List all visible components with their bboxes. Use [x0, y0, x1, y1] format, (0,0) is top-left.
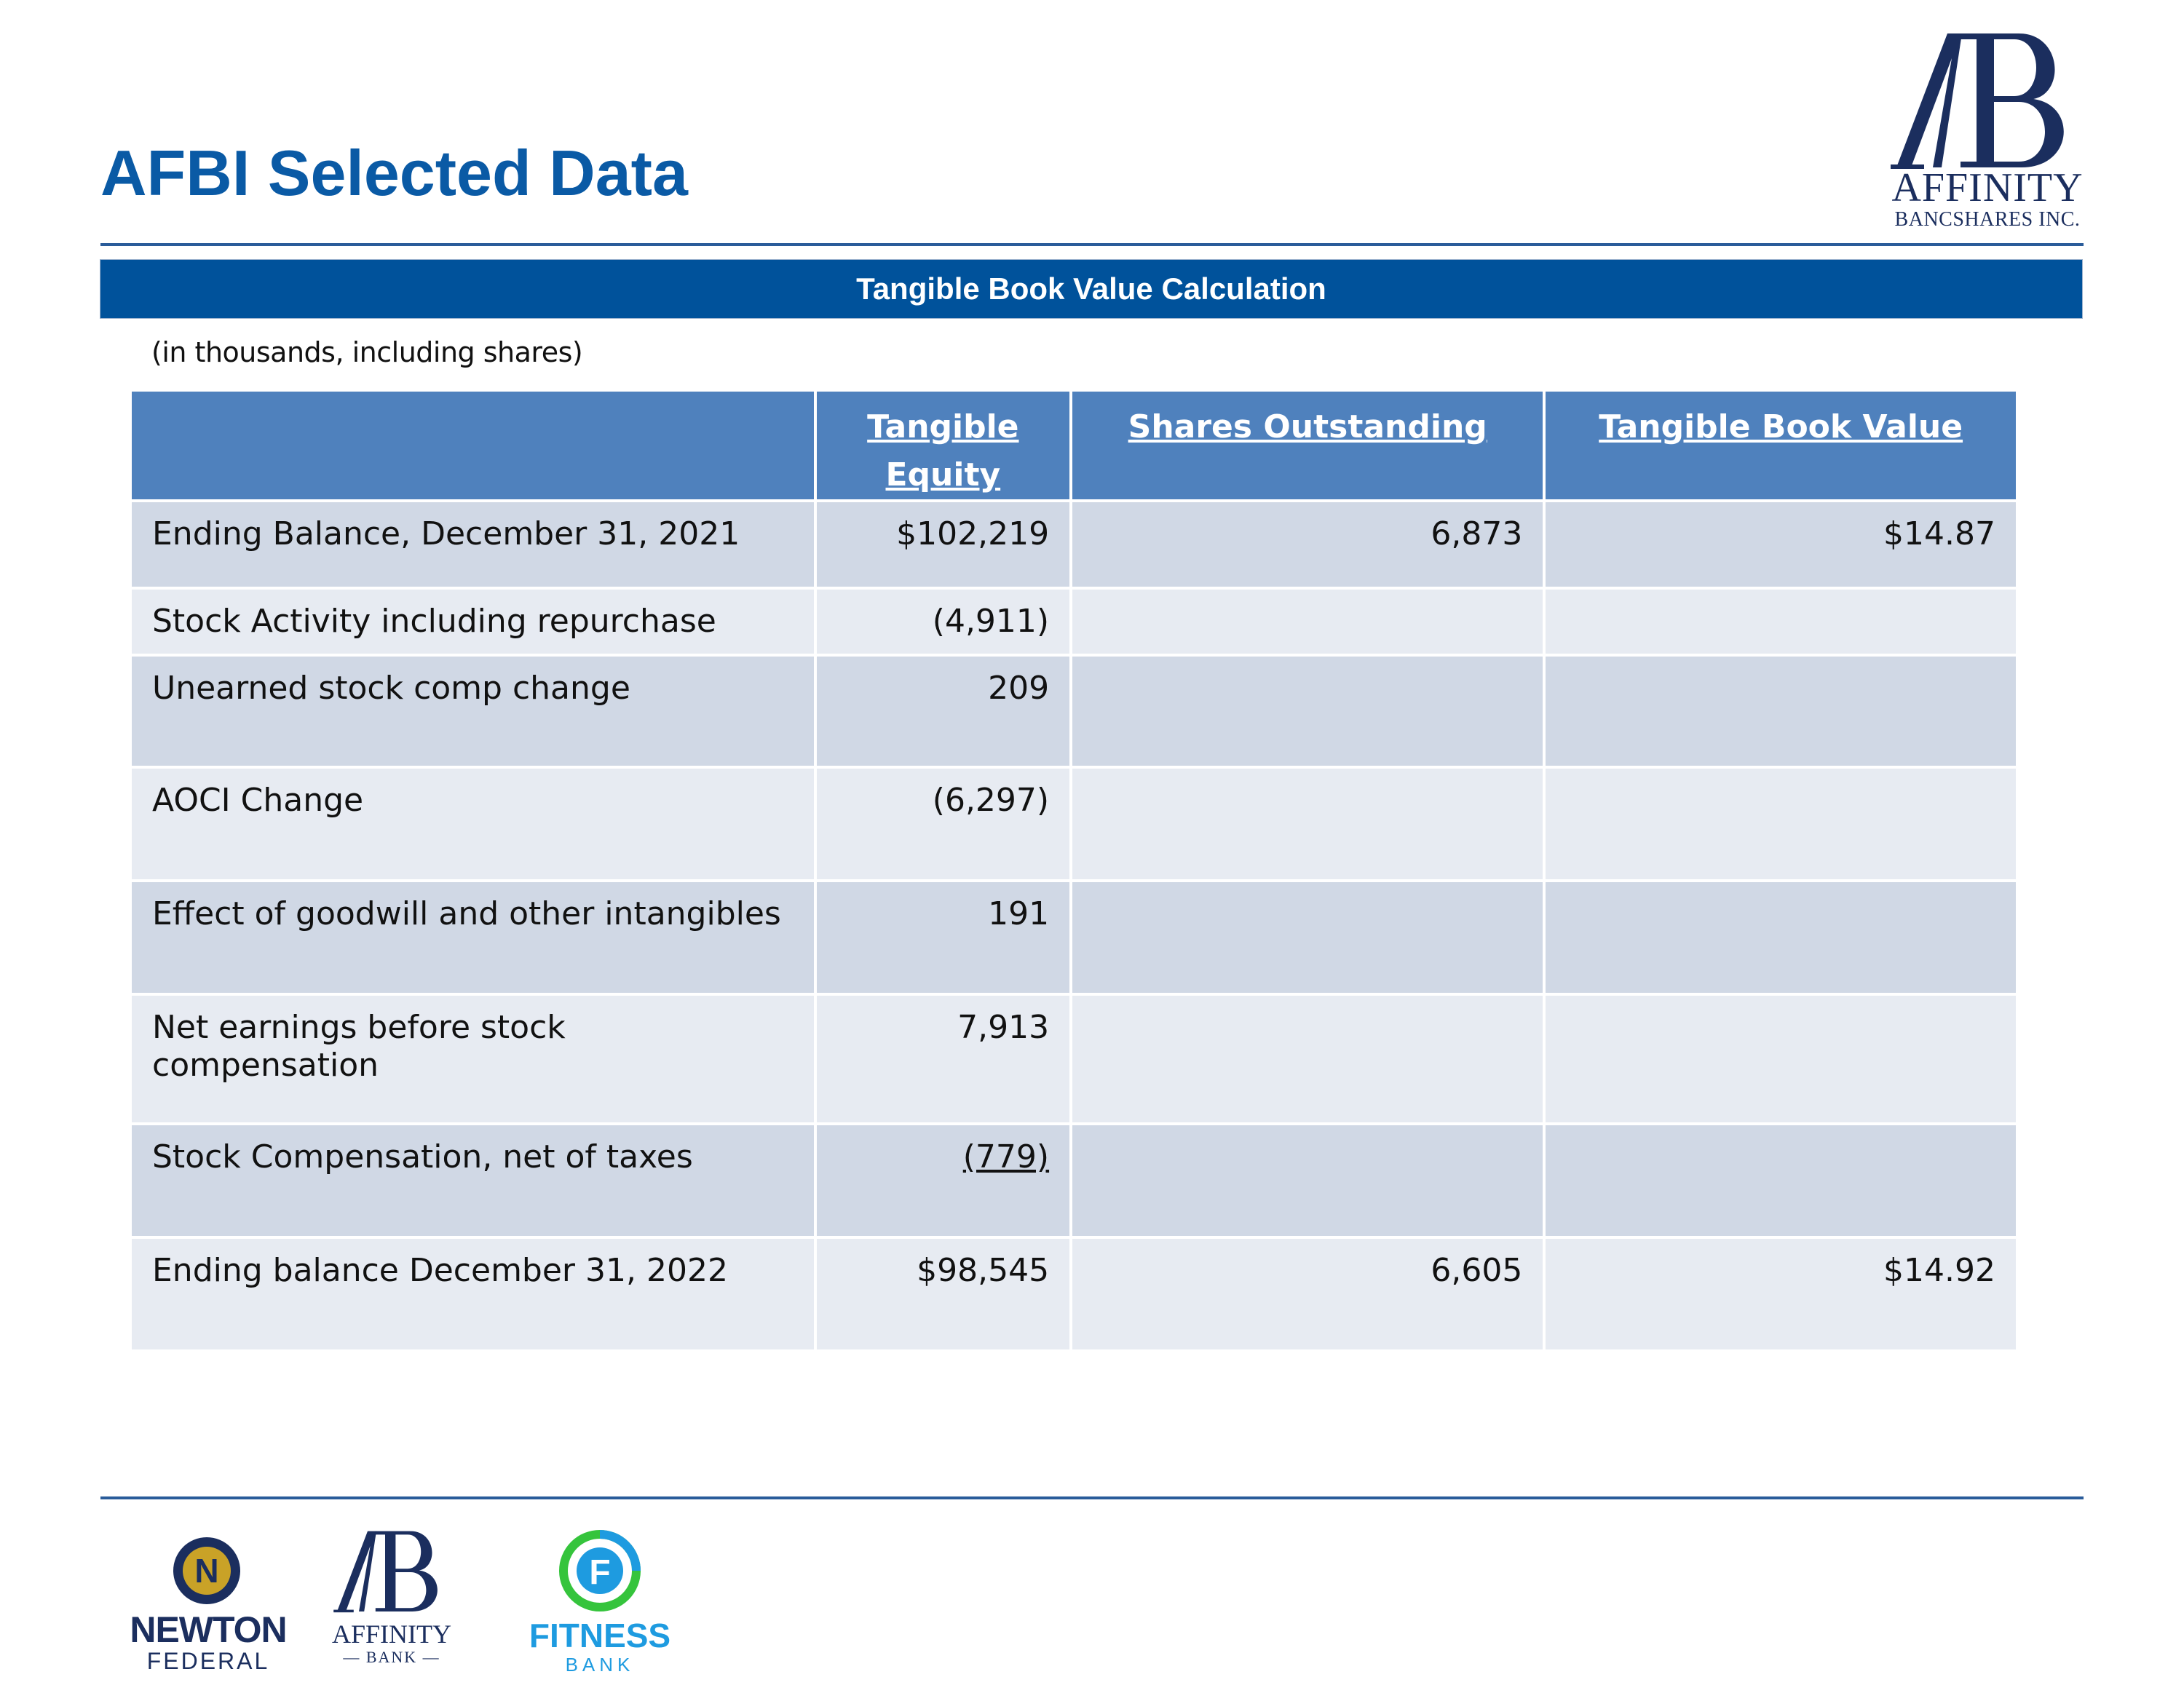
affinity-bank-logo: AFFINITY — BANK — [326, 1529, 457, 1674]
row-shares [1072, 882, 1543, 993]
affinity-bank-line2: — BANK — [343, 1648, 440, 1666]
row-equity: $98,545 [816, 1239, 1070, 1349]
logo-line1: AFFINITY [1891, 165, 2084, 210]
affinity-bank-line1: AFFINITY [331, 1619, 451, 1649]
row-tbv: $14.92 [1546, 1239, 2016, 1349]
fitness-line2: BANK [565, 1654, 635, 1676]
row-equity: (6,297) [816, 769, 1070, 879]
ab-monogram-small-icon [333, 1531, 438, 1613]
header-shares-outstanding: Shares Outstanding [1072, 392, 1543, 499]
row-tbv [1546, 1125, 2016, 1236]
row-label: AOCI Change [132, 769, 814, 879]
fitness-mark: F [589, 1553, 610, 1592]
newton-line1: NEWTON [130, 1609, 287, 1650]
ab-monogram-icon [1891, 33, 2064, 169]
row-label: Stock Activity including repurchase [132, 590, 814, 654]
row-tbv [1546, 590, 2016, 654]
header-equity-line2: Equity [885, 456, 1001, 493]
fitness-f-icon: F [559, 1530, 641, 1611]
row-shares [1072, 1125, 1543, 1236]
row-label: Ending Balance, December 31, 2021 [132, 502, 814, 587]
row-equity: 7,913 [816, 996, 1070, 1122]
row-tbv: $14.87 [1546, 502, 2016, 587]
table-row: AOCI Change (6,297) [132, 769, 2016, 879]
newton-line2: FEDERAL [146, 1648, 270, 1674]
row-label: Stock Compensation, net of taxes [132, 1125, 814, 1236]
table-row: Stock Compensation, net of taxes (779) [132, 1125, 2016, 1236]
row-label: Net earnings before stock compensation [132, 996, 814, 1122]
newton-mark: N [194, 1552, 218, 1590]
table-row: Stock Activity including repurchase (4,9… [132, 590, 2016, 654]
row-shares [1072, 590, 1543, 654]
footer-divider [100, 1496, 2084, 1499]
row-tbv [1546, 882, 2016, 993]
tangible-book-value-table: Tangible Equity Shares Outstanding Tangi… [129, 389, 2019, 1352]
row-equity: (779) [962, 1138, 1050, 1175]
row-equity: 209 [816, 657, 1070, 766]
fitness-bank-logo: F FITNESS BANK [527, 1529, 673, 1676]
units-note: (in thousands, including shares) [151, 336, 583, 368]
page-title: AFBI Selected Data [100, 137, 688, 209]
newton-n-icon: N [173, 1537, 240, 1604]
row-shares [1072, 996, 1543, 1122]
header-label [132, 392, 814, 499]
row-equity: (4,911) [816, 590, 1070, 654]
row-label: Unearned stock comp change [132, 657, 814, 766]
row-shares: 6,605 [1072, 1239, 1543, 1349]
newton-federal-logo: N NEWTON FEDERAL [121, 1529, 296, 1674]
table-row: Effect of goodwill and other intangibles… [132, 882, 2016, 993]
row-shares [1072, 769, 1543, 879]
header-divider [100, 243, 2084, 246]
table-row: Ending balance December 31, 2022 $98,545… [132, 1239, 2016, 1349]
table-header-row: Tangible Equity Shares Outstanding Tangi… [132, 392, 2016, 499]
affinity-bancshares-logo: AFFINITY BANCSHARES INC. [1882, 29, 2093, 240]
row-equity-cell: (779) [816, 1125, 1070, 1236]
table-row: Unearned stock comp change 209 [132, 657, 2016, 766]
row-equity: 191 [816, 882, 1070, 993]
row-shares [1072, 657, 1543, 766]
row-tbv [1546, 996, 2016, 1122]
logo-line2: BANCSHARES INC. [1894, 208, 2081, 231]
table-row: Ending Balance, December 31, 2021 $102,2… [132, 502, 2016, 587]
row-label: Effect of goodwill and other intangibles [132, 882, 814, 993]
row-tbv [1546, 769, 2016, 879]
header-tangible-equity: Tangible Equity [816, 392, 1070, 499]
row-shares: 6,873 [1072, 502, 1543, 587]
row-label: Ending balance December 31, 2022 [132, 1239, 814, 1349]
section-title: Tangible Book Value Calculation [856, 271, 1326, 306]
header-tangible-book-value: Tangible Book Value [1546, 392, 2016, 499]
table-row: Net earnings before stock compensation 7… [132, 996, 2016, 1122]
header-equity-line1: Tangible [867, 408, 1019, 445]
row-equity: $102,219 [816, 502, 1070, 587]
row-tbv [1546, 657, 2016, 766]
section-title-bar: Tangible Book Value Calculation [100, 259, 2083, 319]
fitness-line1: FITNESS [529, 1617, 671, 1654]
